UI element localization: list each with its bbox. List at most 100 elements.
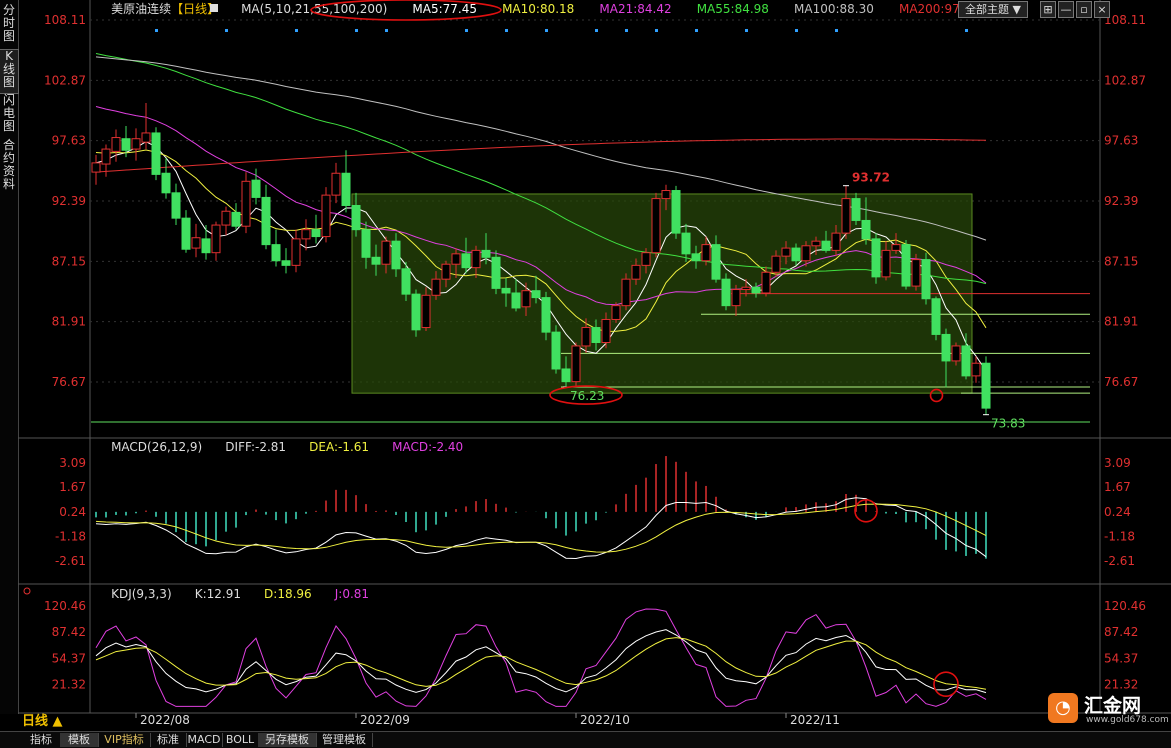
candle-body [871,238,881,278]
candle-body [741,286,751,291]
bottom-tab-3[interactable]: 标准 [150,733,187,747]
xtick-label: 2022/11 [790,713,840,727]
bottom-tab-label: VIP指标 [104,733,144,746]
candle-body [341,172,351,206]
macd-ytick-right: -1.18 [1104,529,1135,543]
logo-url: www.gold678.com [1086,715,1169,725]
candle-body [321,194,331,238]
candle-body [951,345,961,362]
candle [411,289,421,337]
low-price-label: 73.83 [991,417,1025,431]
candle [231,203,241,230]
candle [341,150,351,213]
bottom-tab-5[interactable]: BOLL [222,733,259,747]
period-selector[interactable]: 日线 ▲ [22,713,78,730]
ma-toggle-icon[interactable] [210,4,218,12]
close-icon[interactable]: × [1094,1,1110,18]
candle-body [911,259,921,287]
bottom-tab-6[interactable]: 另存模板 [258,733,317,747]
bottom-tab-label: 指标 [30,733,52,746]
candle-body [931,298,941,335]
bottom-tab-label: MACD [187,733,221,746]
kdj-ytick-right: 21.32 [1104,678,1138,692]
price-ytick-left: 92.39 [52,194,86,208]
candle-body [401,268,411,295]
bottom-tab-2[interactable]: VIP指标 [98,733,151,747]
candle-body [631,264,641,280]
ma-label: MA(5,10,21,55,100,200) [241,2,387,16]
candle-body [541,297,551,333]
candle-body [381,240,391,265]
theme-dropdown[interactable]: 全部主题 ▼ [958,1,1028,18]
candle-body [531,290,541,299]
macd-ytick-left: -1.18 [55,529,86,543]
macd-dea-line [95,503,987,553]
candle-body [761,271,771,294]
candle [281,248,291,274]
signal-marker [795,29,798,32]
candle-body [111,137,121,152]
candle-body [301,229,311,240]
bottom-tab-7[interactable]: 管理模板 [316,733,373,747]
candle-body [181,217,191,250]
candle-body [161,172,171,194]
candle-body [901,244,911,287]
candle-body [521,290,531,308]
candle-body [851,198,861,221]
candle [551,325,561,374]
signal-marker [625,29,628,32]
candle-body [201,238,211,254]
candle [221,206,231,236]
candle [141,103,151,150]
candle-body [171,192,181,219]
kdj-settings-icon[interactable] [23,587,31,595]
candle-body [211,224,221,254]
candle [171,183,181,226]
candle-body [451,253,461,265]
candle-body [251,179,261,198]
candle-body [231,211,241,227]
candle [491,250,501,295]
grid-view-icon[interactable]: ⊞ [1040,1,1056,18]
candle-body [981,362,991,409]
candle-body [151,132,161,175]
svg-text:MA(5,10,21,55,100,200) MA5: MA(5,10,21,55,100,200) MA5:77.45 MA10:80… [222,2,990,16]
bottom-tab-label: 管理模板 [322,733,366,746]
candle [191,223,201,258]
macd-ytick-left: -2.61 [55,554,86,568]
price-ytick-left: 102.87 [44,73,86,87]
bottom-tab-1[interactable]: 模板 [60,733,99,747]
svg-text:MACD(26,12,9) DIFF:-2.81: MACD(26,12,9) DIFF:-2.81 DEA:-1.61 MACD:… [92,440,475,454]
minimize-icon[interactable]: — [1058,1,1074,18]
svg-text:美原油连续【日线】: 美原油连续【日线】 [92,1,231,16]
ma55-value: MA55:84.98 [697,2,769,16]
chart-canvas[interactable]: 93.72 76.23 73.83 108.11 108.11 102.87 102.87… [0,0,1171,747]
xtick-label: 2022/09 [360,713,410,727]
signal-marker [545,29,548,32]
candle-body [491,256,501,289]
candle-body [801,245,811,262]
macd-dea-value: DEA:-1.61 [309,440,369,454]
price-ytick-right: 102.87 [1104,73,1146,87]
candle-body [441,263,451,280]
candle [871,233,881,284]
candle-body [661,190,671,200]
candle-body [221,210,231,226]
candle-body [811,240,821,247]
candle [271,229,281,267]
price-ytick-left: 97.63 [52,134,86,148]
restore-icon[interactable]: ▫ [1076,1,1092,18]
candle [181,210,191,253]
bottom-tab-label: 模板 [68,733,90,746]
bottom-tab-4[interactable]: MACD [186,733,223,747]
price-ytick-right: 81.91 [1104,315,1138,329]
candle-body [831,232,841,251]
macd-ytick-left: 0.24 [59,505,86,519]
candle [331,162,341,204]
bottom-tab-0[interactable]: 指标 [22,733,61,747]
price-ytick-right: 97.63 [1104,134,1138,148]
candle-body [751,286,761,294]
candle-body [941,333,951,362]
candle-body [701,244,711,262]
signal-marker [505,29,508,32]
